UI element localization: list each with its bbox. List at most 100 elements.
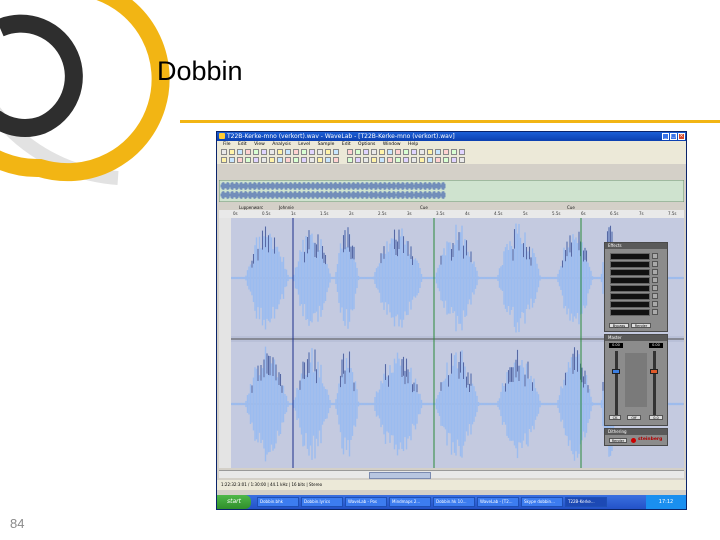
toolbar-tool-icon[interactable] xyxy=(309,157,315,163)
toolbar-tool-icon[interactable] xyxy=(245,157,251,163)
toolbar-tool-icon[interactable] xyxy=(333,149,339,155)
toolbar-tool-icon[interactable] xyxy=(443,157,449,163)
dither-render-button[interactable]: Render xyxy=(609,438,627,443)
menu-analysis[interactable]: Analysis xyxy=(272,142,291,147)
effect-slot-button[interactable] xyxy=(652,309,658,315)
toolbar-tool-icon[interactable] xyxy=(395,157,401,163)
effect-slot[interactable] xyxy=(610,285,650,292)
maximize-button[interactable]: □ xyxy=(670,133,677,140)
toolbar-tool-icon[interactable] xyxy=(403,149,409,155)
toolbar-tool-icon[interactable] xyxy=(237,149,243,155)
toolbar-tool-icon[interactable] xyxy=(435,149,441,155)
toolbar-tool-icon[interactable] xyxy=(253,149,259,155)
render-button[interactable]: Render xyxy=(631,323,651,328)
effect-slot-button[interactable] xyxy=(652,253,658,259)
fader-knob-left[interactable] xyxy=(612,369,620,374)
toolbar-tool-icon[interactable] xyxy=(253,157,259,163)
effect-slot-button[interactable] xyxy=(652,261,658,267)
toolbar-tool-icon[interactable] xyxy=(347,149,353,155)
effect-slot[interactable] xyxy=(610,309,650,316)
fader-knob-right[interactable] xyxy=(650,369,658,374)
horizontal-scrollbar[interactable] xyxy=(219,470,684,479)
taskbar-item[interactable]: Mindmaps 2... xyxy=(389,497,431,507)
taskbar-item[interactable]: Skype dobbin... xyxy=(521,497,563,507)
menu-file[interactable]: File xyxy=(223,142,231,147)
toolbar-tool-icon[interactable] xyxy=(325,149,331,155)
effect-slot-button[interactable] xyxy=(652,277,658,283)
effect-slot-button[interactable] xyxy=(652,293,658,299)
toolbar-tool-icon[interactable] xyxy=(443,149,449,155)
toolbar-tool-icon[interactable] xyxy=(355,157,361,163)
toolbar-tool-icon[interactable] xyxy=(293,157,299,163)
toolbar-tool-icon[interactable] xyxy=(355,149,361,155)
toolbar-tool-icon[interactable] xyxy=(451,149,457,155)
taskbar-item[interactable]: Dobbin.lyrics xyxy=(301,497,343,507)
scrollbar-thumb[interactable] xyxy=(369,472,431,479)
toolbar-tool-icon[interactable] xyxy=(459,149,465,155)
taskbar-item[interactable]: WaveLab - Pos xyxy=(345,497,387,507)
toolbar-tool-icon[interactable] xyxy=(363,157,369,163)
toolbar-tool-icon[interactable] xyxy=(371,149,377,155)
menu-view[interactable]: View xyxy=(254,142,265,147)
taskbar-item[interactable]: Dobbin.hk 10... xyxy=(433,497,475,507)
toolbar-tool-icon[interactable] xyxy=(285,149,291,155)
toolbar-tool-icon[interactable] xyxy=(277,157,283,163)
toolbar-tool-icon[interactable] xyxy=(347,157,353,163)
effect-slot[interactable] xyxy=(610,253,650,260)
effect-slot[interactable] xyxy=(610,277,650,284)
toolbar-tool-icon[interactable] xyxy=(301,149,307,155)
effect-slot[interactable] xyxy=(610,269,650,276)
toolbar-tool-icon[interactable] xyxy=(403,157,409,163)
toolbar-tool-icon[interactable] xyxy=(459,157,465,163)
menu-level[interactable]: Level xyxy=(298,142,310,147)
toolbar-tool-icon[interactable] xyxy=(269,149,275,155)
menu-edit[interactable]: Edit xyxy=(238,142,247,147)
effect-slot[interactable] xyxy=(610,261,650,268)
toolbar-tool-icon[interactable] xyxy=(317,149,323,155)
toolbar-tool-icon[interactable] xyxy=(379,157,385,163)
taskbar-item[interactable]: Dobbin.bhk xyxy=(257,497,299,507)
toolbar-tool-icon[interactable] xyxy=(309,149,315,155)
toolbar-tool-icon[interactable] xyxy=(371,157,377,163)
close-button[interactable]: × xyxy=(678,133,685,140)
toolbar-tool-icon[interactable] xyxy=(277,149,283,155)
toolbar-tool-icon[interactable] xyxy=(237,157,243,163)
menu-edit-2[interactable]: Edit xyxy=(342,142,351,147)
toolbar-tool-icon[interactable] xyxy=(261,149,267,155)
toolbar-tool-icon[interactable] xyxy=(229,157,235,163)
toolbar-tool-icon[interactable] xyxy=(285,157,291,163)
toolbar-tool-icon[interactable] xyxy=(419,157,425,163)
toolbar-tool-icon[interactable] xyxy=(325,157,331,163)
taskbar-item-active[interactable]: T22B-Kerke... xyxy=(565,497,607,507)
toolbar-tool-icon[interactable] xyxy=(293,149,299,155)
toolbar-tool-icon[interactable] xyxy=(411,149,417,155)
toolbar-tool-icon[interactable] xyxy=(395,149,401,155)
toolbar-tool-icon[interactable] xyxy=(387,149,393,155)
menu-options[interactable]: Options xyxy=(358,142,375,147)
off-button[interactable]: Off xyxy=(627,415,641,420)
toolbar-tool-icon[interactable] xyxy=(261,157,267,163)
toolbar-tool-icon[interactable] xyxy=(229,149,235,155)
ck-button[interactable]: CK xyxy=(609,415,621,420)
toolbar-tool-icon[interactable] xyxy=(411,157,417,163)
effect-slot-button[interactable] xyxy=(652,285,658,291)
minimize-button[interactable]: _ xyxy=(662,133,669,140)
toolbar-tool-icon[interactable] xyxy=(221,149,227,155)
menu-window[interactable]: Window xyxy=(383,142,401,147)
bypass-button[interactable]: Bypass xyxy=(609,323,629,328)
toolbar-tool-icon[interactable] xyxy=(363,149,369,155)
taskbar-item[interactable]: WaveLab - [T2... xyxy=(477,497,519,507)
toolbar-tool-icon[interactable] xyxy=(435,157,441,163)
effect-slot[interactable] xyxy=(610,301,650,308)
toolbar-tool-icon[interactable] xyxy=(379,149,385,155)
effect-slot-button[interactable] xyxy=(652,269,658,275)
toolbar-tool-icon[interactable] xyxy=(451,157,457,163)
toolbar-tool-icon[interactable] xyxy=(269,157,275,163)
toolbar-tool-icon[interactable] xyxy=(221,157,227,163)
menu-help[interactable]: Help xyxy=(408,142,418,147)
toolbar-tool-icon[interactable] xyxy=(245,149,251,155)
effect-slot[interactable] xyxy=(610,293,650,300)
menu-sample[interactable]: Sample xyxy=(318,142,335,147)
toolbar-tool-icon[interactable] xyxy=(427,157,433,163)
effect-slot-button[interactable] xyxy=(652,301,658,307)
